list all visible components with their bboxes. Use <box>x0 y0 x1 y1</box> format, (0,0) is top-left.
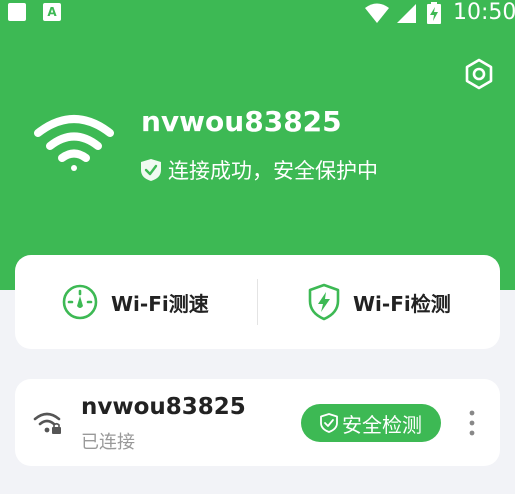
connection-status-text: 连接成功，安全保护中 <box>168 159 378 183</box>
cell-signal-icon <box>397 4 416 23</box>
app-a-icon: A <box>43 3 61 21</box>
wifi-lock-icon <box>33 412 61 434</box>
wifi-check-button[interactable]: Wi-Fi检测 <box>307 255 451 349</box>
battery-charging-icon <box>427 2 441 24</box>
status-wifi-icon <box>365 3 389 23</box>
connected-ssid-title: nvwou83825 <box>141 105 342 138</box>
network-status: 已连接 <box>81 432 135 453</box>
tools-divider <box>257 279 258 325</box>
wifi-check-label: Wi-Fi检测 <box>353 291 451 316</box>
header-banner: A 10:50 nvwou83825 连接成功，安全保护中 <box>0 0 515 290</box>
settings-icon[interactable] <box>462 57 496 91</box>
shield-check-icon <box>141 159 161 181</box>
more-vertical-icon[interactable] <box>462 409 482 437</box>
status-time: 10:50 <box>453 0 515 25</box>
notification-square-icon <box>8 3 26 21</box>
wifi-speed-test-label: Wi-Fi测速 <box>111 291 209 316</box>
status-bar: A 10:50 <box>0 0 515 26</box>
network-ssid: nvwou83825 <box>81 394 246 420</box>
shield-check-icon <box>320 413 338 433</box>
security-check-button[interactable]: 安全检测 <box>301 404 441 442</box>
security-check-label: 安全检测 <box>342 412 422 437</box>
network-list-item[interactable]: nvwou83825 已连接 安全检测 <box>15 379 500 466</box>
speedometer-icon <box>62 284 98 320</box>
shield-bolt-icon <box>308 283 340 321</box>
tools-card: Wi-Fi测速 Wi-Fi检测 <box>15 255 500 349</box>
wifi-speed-test-button[interactable]: Wi-Fi测速 <box>61 255 209 349</box>
wifi-icon <box>34 115 114 171</box>
